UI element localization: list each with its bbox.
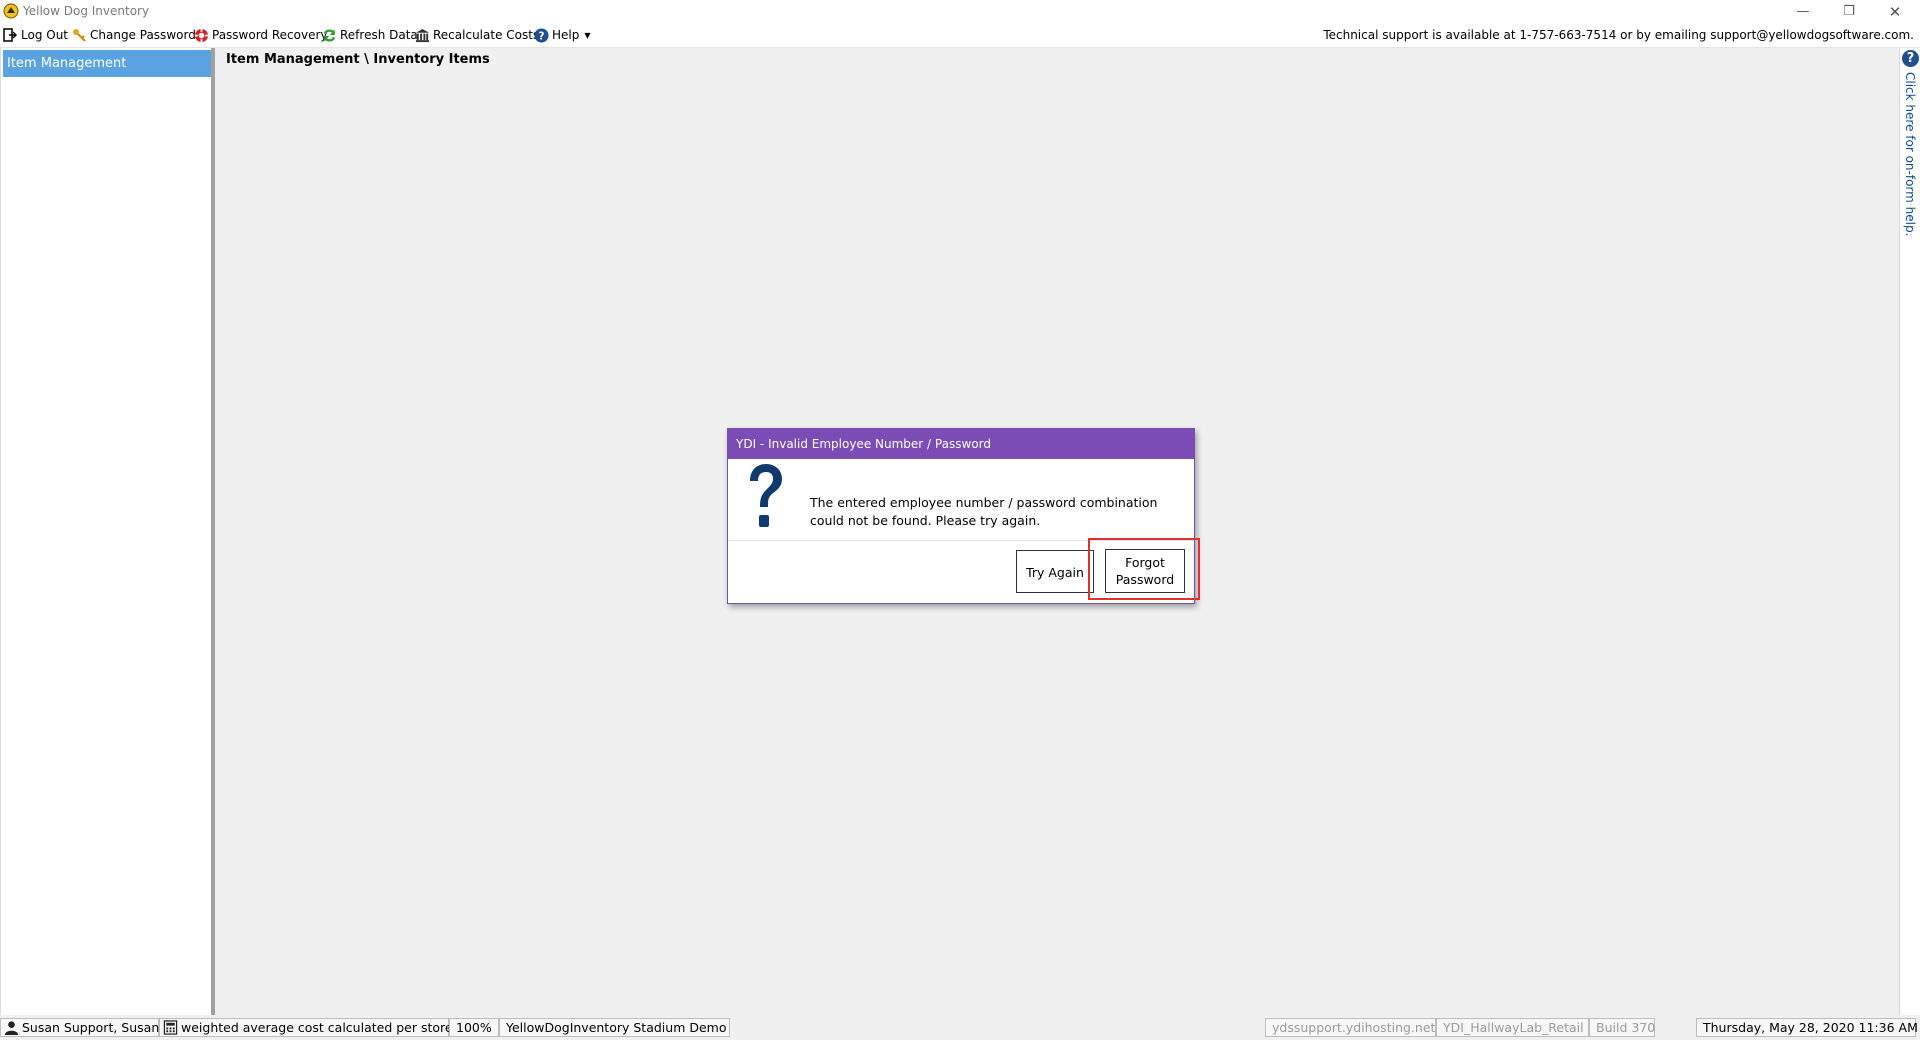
- restore-button[interactable]: ❐: [1826, 0, 1872, 23]
- change-password-button[interactable]: Change Password: [71, 26, 196, 44]
- minimize-button[interactable]: —: [1780, 0, 1826, 23]
- dialog-message: The entered employee number / password c…: [810, 495, 1158, 528]
- status-store: YDI_HallwayLab_Retail: [1436, 1018, 1589, 1037]
- close-button[interactable]: ✕: [1872, 0, 1918, 23]
- bank-icon: [414, 27, 430, 43]
- status-cost-method-text: weighted average cost calculated per sto…: [181, 1020, 453, 1035]
- lifebuoy-icon: [193, 27, 209, 43]
- help-icon: ?: [533, 27, 549, 43]
- support-info: Technical support is available at 1-757-…: [1323, 28, 1914, 42]
- calculator-icon: [163, 1020, 178, 1036]
- status-build: Build 370: [1589, 1018, 1655, 1037]
- help-circle-icon: ?: [1902, 50, 1919, 67]
- on-form-help-link[interactable]: Click here for on-form help.: [1903, 72, 1917, 236]
- sidebar-item-item-management[interactable]: Item Management: [3, 50, 211, 77]
- status-user: Susan Support, Susan: [0, 1018, 159, 1037]
- refresh-data-button[interactable]: Refresh Data: [321, 26, 418, 44]
- refresh-icon: [321, 27, 337, 43]
- question-mark-icon: [744, 463, 786, 533]
- status-server: ydssupport.ydihosting.net: [1265, 1018, 1436, 1037]
- logout-icon: [2, 27, 18, 43]
- help-menu-button[interactable]: ? Help ▼: [533, 26, 591, 44]
- on-form-help-strip[interactable]: ? Click here for on-form help.: [1899, 48, 1920, 1015]
- dialog-title: YDI - Invalid Employee Number / Password: [728, 429, 1194, 459]
- status-user-name: Susan Support, Susan: [22, 1020, 160, 1035]
- log-out-label: Log Out: [21, 28, 69, 42]
- password-recovery-label: Password Recovery: [212, 28, 328, 42]
- sidebar: Item Management: [0, 48, 215, 1015]
- user-icon: [4, 1020, 19, 1036]
- help-label: Help: [552, 28, 580, 42]
- toolbar: Log Out Change Password Password Recover…: [0, 23, 1920, 48]
- password-recovery-button[interactable]: Password Recovery: [193, 26, 328, 44]
- invalid-password-dialog: YDI - Invalid Employee Number / Password…: [727, 428, 1195, 604]
- yellow-dog-logo-icon: [3, 3, 19, 19]
- refresh-data-label: Refresh Data: [340, 28, 418, 42]
- key-icon: [71, 27, 87, 43]
- status-datetime: Thursday, May 28, 2020 11:36 AM: [1696, 1018, 1918, 1037]
- forgot-password-button[interactable]: Forgot Password: [1105, 549, 1185, 593]
- log-out-button[interactable]: Log Out: [2, 26, 68, 44]
- chevron-down-icon: ▼: [584, 30, 591, 40]
- status-bar: Susan Support, Susan weighted average co…: [0, 1015, 1920, 1040]
- recalculate-costs-label: Recalculate Costs: [433, 28, 540, 42]
- title-bar: Yellow Dog Inventory — ❐ ✕: [0, 0, 1920, 23]
- window-title: Yellow Dog Inventory: [23, 4, 150, 18]
- status-zoom: 100%: [449, 1018, 499, 1037]
- status-database: YellowDogInventory Stadium Demo: [499, 1018, 730, 1037]
- try-again-button[interactable]: Try Again: [1016, 550, 1094, 593]
- recalculate-costs-button[interactable]: Recalculate Costs: [414, 26, 539, 44]
- dialog-body: The entered employee number / password c…: [728, 459, 1194, 541]
- svg-text:?: ?: [538, 30, 544, 42]
- status-cost-method: weighted average cost calculated per sto…: [159, 1018, 453, 1037]
- breadcrumb: Item Management \ Inventory Items: [226, 52, 490, 67]
- change-password-label: Change Password: [90, 28, 196, 42]
